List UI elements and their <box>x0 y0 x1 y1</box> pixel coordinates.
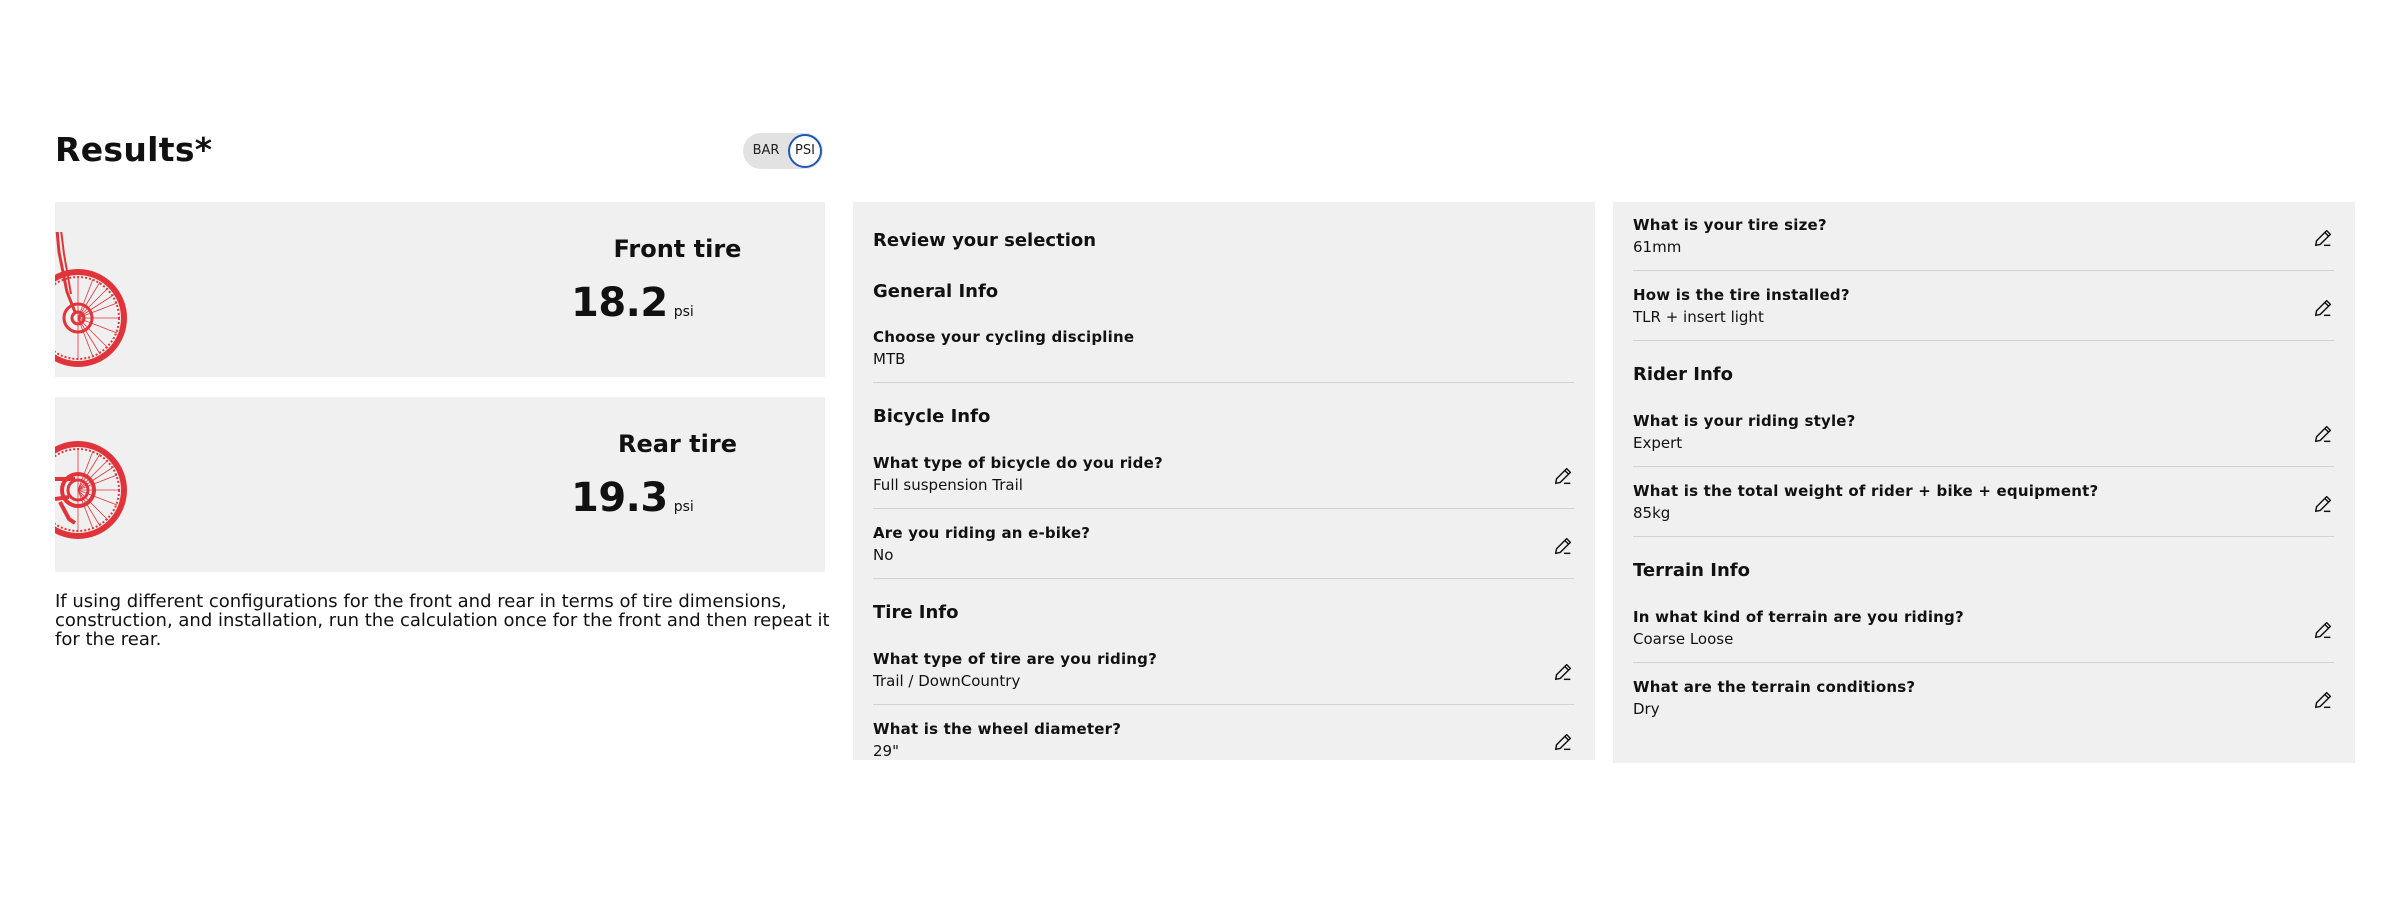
section-title-general: General Info <box>873 281 999 302</box>
rear-pressure-value: 19.3 <box>571 475 668 521</box>
configuration-note: If using different configurations for th… <box>55 591 830 650</box>
review-panel-right: What is your tire size? 61mm How is the … <box>1613 202 2355 763</box>
question-label: What is your tire size? <box>1633 216 1827 234</box>
answer-value: TLR + insert light <box>1633 308 1764 326</box>
item-divider <box>873 704 1574 705</box>
rear-tire-pressure: 19.3 psi <box>571 475 694 521</box>
answer-value: Dry <box>1633 700 1660 718</box>
pencil-icon[interactable] <box>2312 297 2334 319</box>
review-item-riding-style: What is your riding style? Expert <box>1633 412 2334 482</box>
pencil-icon[interactable] <box>2312 423 2334 445</box>
question-label: What type of tire are you riding? <box>873 650 1158 668</box>
item-divider <box>1633 270 2334 271</box>
front-pressure-unit: psi <box>673 304 694 320</box>
rear-wheel-icon <box>55 441 127 539</box>
review-item-wheel-diameter: What is the wheel diameter? 29" <box>873 720 1574 760</box>
section-title-bicycle: Bicycle Info <box>873 406 991 427</box>
review-item-discipline: Choose your cycling discipline MTB <box>873 328 1574 398</box>
question-label: How is the tire installed? <box>1633 286 1850 304</box>
review-item-total-weight: What is the total weight of rider + bike… <box>1633 482 2334 552</box>
item-divider <box>873 382 1574 383</box>
review-item-tire-installed: How is the tire installed? TLR + insert … <box>1633 286 2334 356</box>
front-tire-pressure: 18.2 psi <box>571 280 694 326</box>
review-panel-left: Review your selection General Info Choos… <box>853 202 1595 760</box>
rear-tire-card: Rear tire 19.3 psi <box>55 397 825 572</box>
item-divider <box>1633 662 2334 663</box>
unit-option-psi[interactable]: PSI <box>788 134 822 168</box>
section-title-terrain: Terrain Info <box>1633 560 1750 581</box>
question-label: What is your riding style? <box>1633 412 1856 430</box>
answer-value: 85kg <box>1633 504 1671 522</box>
review-heading: Review your selection <box>873 230 1097 251</box>
rear-tire-label: Rear tire <box>618 430 737 458</box>
pencil-icon[interactable] <box>1552 731 1574 753</box>
answer-value: 61mm <box>1633 238 1682 256</box>
question-label: What is the total weight of rider + bike… <box>1633 482 2099 500</box>
item-divider <box>1633 466 2334 467</box>
answer-value: Trail / DownCountry <box>873 672 1021 690</box>
question-label: Are you riding an e-bike? <box>873 524 1091 542</box>
answer-value: Expert <box>1633 434 1683 452</box>
answer-value: 29" <box>873 742 899 760</box>
pencil-icon[interactable] <box>2312 493 2334 515</box>
question-label: Choose your cycling discipline <box>873 328 1135 346</box>
front-pressure-value: 18.2 <box>571 280 668 326</box>
review-item-bicycle-type: What type of bicycle do you ride? Full s… <box>873 454 1574 524</box>
results-title: Results* <box>55 130 213 169</box>
review-item-terrain-conditions: What are the terrain conditions? Dry <box>1633 678 2334 748</box>
front-tire-label: Front tire <box>613 235 742 263</box>
pencil-icon[interactable] <box>2312 619 2334 641</box>
question-label: What is the wheel diameter? <box>873 720 1122 738</box>
front-wheel-icon <box>55 232 127 367</box>
front-tire-card: Front tire 18.2 psi <box>55 202 825 377</box>
unit-toggle[interactable]: BAR PSI <box>743 133 823 169</box>
unit-option-bar[interactable]: BAR <box>747 133 785 169</box>
item-divider <box>1633 536 2334 537</box>
pencil-icon[interactable] <box>1552 661 1574 683</box>
item-divider <box>873 508 1574 509</box>
answer-value: No <box>873 546 894 564</box>
item-divider <box>873 578 1574 579</box>
pencil-icon[interactable] <box>2312 689 2334 711</box>
review-item-ebike: Are you riding an e-bike? No <box>873 524 1574 594</box>
review-item-terrain-kind: In what kind of terrain are you riding? … <box>1633 608 2334 678</box>
item-divider <box>1633 340 2334 341</box>
rear-pressure-unit: psi <box>673 499 694 515</box>
pencil-icon[interactable] <box>1552 465 1574 487</box>
section-title-rider: Rider Info <box>1633 364 1733 385</box>
pencil-icon[interactable] <box>2312 227 2334 249</box>
question-label: In what kind of terrain are you riding? <box>1633 608 1964 626</box>
pencil-icon[interactable] <box>1552 535 1574 557</box>
section-title-tire: Tire Info <box>873 602 959 623</box>
answer-value: Full suspension Trail <box>873 476 1023 494</box>
review-item-tire-size: What is your tire size? 61mm <box>1633 216 2334 286</box>
review-item-tire-type: What type of tire are you riding? Trail … <box>873 650 1574 720</box>
answer-value: MTB <box>873 350 906 368</box>
question-label: What are the terrain conditions? <box>1633 678 1916 696</box>
question-label: What type of bicycle do you ride? <box>873 454 1163 472</box>
answer-value: Coarse Loose <box>1633 630 1734 648</box>
